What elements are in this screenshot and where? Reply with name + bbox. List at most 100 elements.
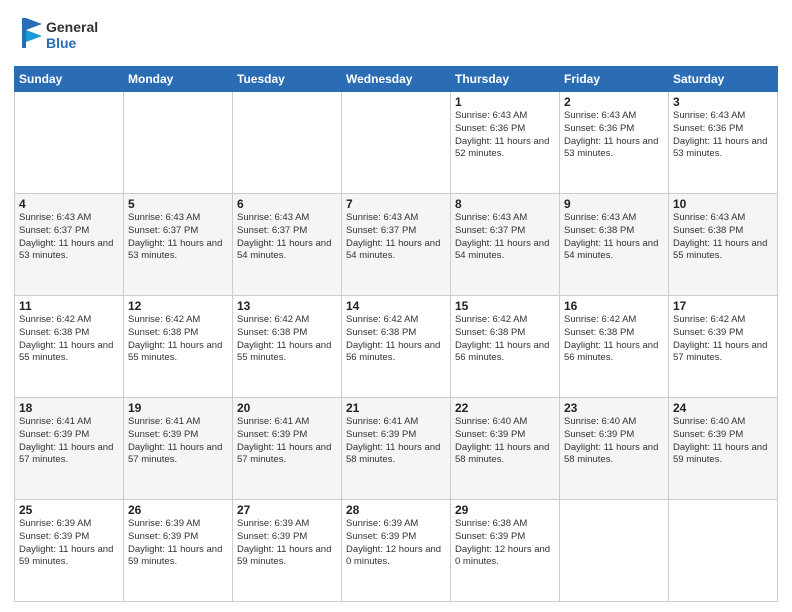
svg-text:General: General — [46, 19, 98, 35]
day-info: Sunrise: 6:39 AM Sunset: 6:39 PM Dayligh… — [128, 518, 228, 569]
day-number: 17 — [673, 299, 773, 313]
calendar-cell: 4Sunrise: 6:43 AM Sunset: 6:37 PM Daylig… — [15, 194, 124, 296]
week-row-5: 25Sunrise: 6:39 AM Sunset: 6:39 PM Dayli… — [15, 500, 778, 602]
calendar-cell: 23Sunrise: 6:40 AM Sunset: 6:39 PM Dayli… — [560, 398, 669, 500]
calendar-cell: 7Sunrise: 6:43 AM Sunset: 6:37 PM Daylig… — [342, 194, 451, 296]
day-number: 9 — [564, 197, 664, 211]
week-row-2: 4Sunrise: 6:43 AM Sunset: 6:37 PM Daylig… — [15, 194, 778, 296]
day-info: Sunrise: 6:42 AM Sunset: 6:38 PM Dayligh… — [564, 314, 664, 365]
day-info: Sunrise: 6:43 AM Sunset: 6:37 PM Dayligh… — [346, 212, 446, 263]
day-info: Sunrise: 6:43 AM Sunset: 6:38 PM Dayligh… — [673, 212, 773, 263]
calendar-cell — [15, 92, 124, 194]
day-header-friday: Friday — [560, 67, 669, 92]
calendar-cell: 9Sunrise: 6:43 AM Sunset: 6:38 PM Daylig… — [560, 194, 669, 296]
day-info: Sunrise: 6:43 AM Sunset: 6:37 PM Dayligh… — [19, 212, 119, 263]
calendar-cell — [342, 92, 451, 194]
day-info: Sunrise: 6:41 AM Sunset: 6:39 PM Dayligh… — [128, 416, 228, 467]
calendar-cell: 12Sunrise: 6:42 AM Sunset: 6:38 PM Dayli… — [124, 296, 233, 398]
day-info: Sunrise: 6:42 AM Sunset: 6:38 PM Dayligh… — [455, 314, 555, 365]
day-info: Sunrise: 6:42 AM Sunset: 6:38 PM Dayligh… — [237, 314, 337, 365]
calendar-cell: 29Sunrise: 6:38 AM Sunset: 6:39 PM Dayli… — [451, 500, 560, 602]
calendar-cell: 10Sunrise: 6:43 AM Sunset: 6:38 PM Dayli… — [669, 194, 778, 296]
calendar-cell: 28Sunrise: 6:39 AM Sunset: 6:39 PM Dayli… — [342, 500, 451, 602]
calendar-cell: 27Sunrise: 6:39 AM Sunset: 6:39 PM Dayli… — [233, 500, 342, 602]
day-info: Sunrise: 6:39 AM Sunset: 6:39 PM Dayligh… — [346, 518, 446, 569]
day-number: 10 — [673, 197, 773, 211]
day-number: 3 — [673, 95, 773, 109]
day-number: 4 — [19, 197, 119, 211]
day-number: 15 — [455, 299, 555, 313]
calendar-cell: 20Sunrise: 6:41 AM Sunset: 6:39 PM Dayli… — [233, 398, 342, 500]
day-number: 20 — [237, 401, 337, 415]
day-number: 13 — [237, 299, 337, 313]
day-info: Sunrise: 6:40 AM Sunset: 6:39 PM Dayligh… — [564, 416, 664, 467]
calendar-cell: 25Sunrise: 6:39 AM Sunset: 6:39 PM Dayli… — [15, 500, 124, 602]
day-info: Sunrise: 6:39 AM Sunset: 6:39 PM Dayligh… — [19, 518, 119, 569]
day-number: 5 — [128, 197, 228, 211]
calendar-cell: 19Sunrise: 6:41 AM Sunset: 6:39 PM Dayli… — [124, 398, 233, 500]
day-info: Sunrise: 6:40 AM Sunset: 6:39 PM Dayligh… — [455, 416, 555, 467]
day-number: 6 — [237, 197, 337, 211]
calendar-cell: 8Sunrise: 6:43 AM Sunset: 6:37 PM Daylig… — [451, 194, 560, 296]
calendar-cell — [669, 500, 778, 602]
logo-svg: General Blue — [14, 10, 134, 60]
calendar-cell: 15Sunrise: 6:42 AM Sunset: 6:38 PM Dayli… — [451, 296, 560, 398]
calendar-table: SundayMondayTuesdayWednesdayThursdayFrid… — [14, 66, 778, 602]
day-info: Sunrise: 6:41 AM Sunset: 6:39 PM Dayligh… — [346, 416, 446, 467]
calendar-cell: 26Sunrise: 6:39 AM Sunset: 6:39 PM Dayli… — [124, 500, 233, 602]
calendar-cell: 11Sunrise: 6:42 AM Sunset: 6:38 PM Dayli… — [15, 296, 124, 398]
day-number: 26 — [128, 503, 228, 517]
week-row-3: 11Sunrise: 6:42 AM Sunset: 6:38 PM Dayli… — [15, 296, 778, 398]
calendar-cell: 5Sunrise: 6:43 AM Sunset: 6:37 PM Daylig… — [124, 194, 233, 296]
day-number: 16 — [564, 299, 664, 313]
day-info: Sunrise: 6:38 AM Sunset: 6:39 PM Dayligh… — [455, 518, 555, 569]
day-info: Sunrise: 6:41 AM Sunset: 6:39 PM Dayligh… — [237, 416, 337, 467]
day-info: Sunrise: 6:39 AM Sunset: 6:39 PM Dayligh… — [237, 518, 337, 569]
day-info: Sunrise: 6:43 AM Sunset: 6:36 PM Dayligh… — [455, 110, 555, 161]
day-info: Sunrise: 6:43 AM Sunset: 6:36 PM Dayligh… — [564, 110, 664, 161]
header: General Blue — [14, 10, 778, 60]
calendar-cell — [233, 92, 342, 194]
day-number: 24 — [673, 401, 773, 415]
day-header-monday: Monday — [124, 67, 233, 92]
calendar-cell: 2Sunrise: 6:43 AM Sunset: 6:36 PM Daylig… — [560, 92, 669, 194]
day-number: 18 — [19, 401, 119, 415]
day-info: Sunrise: 6:43 AM Sunset: 6:36 PM Dayligh… — [673, 110, 773, 161]
calendar-cell: 6Sunrise: 6:43 AM Sunset: 6:37 PM Daylig… — [233, 194, 342, 296]
day-info: Sunrise: 6:43 AM Sunset: 6:37 PM Dayligh… — [455, 212, 555, 263]
day-info: Sunrise: 6:42 AM Sunset: 6:38 PM Dayligh… — [346, 314, 446, 365]
week-row-4: 18 Sunrise: 6:41 AM Sunset: 6:39 PM Dayli… — [15, 398, 778, 500]
day-header-saturday: Saturday — [669, 67, 778, 92]
day-info: Sunrise: 6:40 AM Sunset: 6:39 PM Dayligh… — [673, 416, 773, 467]
day-info: Sunrise: 6:42 AM Sunset: 6:38 PM Dayligh… — [19, 314, 119, 365]
calendar-cell: 18Sunrise: 6:41 AM Sunset: 6:39 PM Dayli… — [15, 398, 124, 500]
day-number: 19 — [128, 401, 228, 415]
day-number: 11 — [19, 299, 119, 313]
day-number: 1 — [455, 95, 555, 109]
day-header-wednesday: Wednesday — [342, 67, 451, 92]
day-info: Sunrise: 6:42 AM Sunset: 6:39 PM Dayligh… — [673, 314, 773, 365]
page: General Blue SundayMondayTuesdayWednesda… — [0, 0, 792, 612]
day-number: 29 — [455, 503, 555, 517]
day-number: 2 — [564, 95, 664, 109]
day-number: 8 — [455, 197, 555, 211]
day-number: 14 — [346, 299, 446, 313]
day-info: Sunrise: 6:43 AM Sunset: 6:37 PM Dayligh… — [128, 212, 228, 263]
day-info: Sunrise: 6:43 AM Sunset: 6:38 PM Dayligh… — [564, 212, 664, 263]
day-header-sunday: Sunday — [15, 67, 124, 92]
calendar-cell: 16Sunrise: 6:42 AM Sunset: 6:38 PM Dayli… — [560, 296, 669, 398]
calendar-cell — [560, 500, 669, 602]
logo: General Blue — [14, 10, 134, 60]
calendar-cell: 1Sunrise: 6:43 AM Sunset: 6:36 PM Daylig… — [451, 92, 560, 194]
calendar-cell: 3Sunrise: 6:43 AM Sunset: 6:36 PM Daylig… — [669, 92, 778, 194]
calendar-cell: 24Sunrise: 6:40 AM Sunset: 6:39 PM Dayli… — [669, 398, 778, 500]
day-number: 7 — [346, 197, 446, 211]
calendar-cell: 21Sunrise: 6:41 AM Sunset: 6:39 PM Dayli… — [342, 398, 451, 500]
calendar-cell: 22Sunrise: 6:40 AM Sunset: 6:39 PM Dayli… — [451, 398, 560, 500]
day-header-thursday: Thursday — [451, 67, 560, 92]
svg-text:Blue: Blue — [46, 35, 77, 51]
calendar-cell — [124, 92, 233, 194]
calendar-cell: 14Sunrise: 6:42 AM Sunset: 6:38 PM Dayli… — [342, 296, 451, 398]
calendar-cell: 13Sunrise: 6:42 AM Sunset: 6:38 PM Dayli… — [233, 296, 342, 398]
day-number: 28 — [346, 503, 446, 517]
